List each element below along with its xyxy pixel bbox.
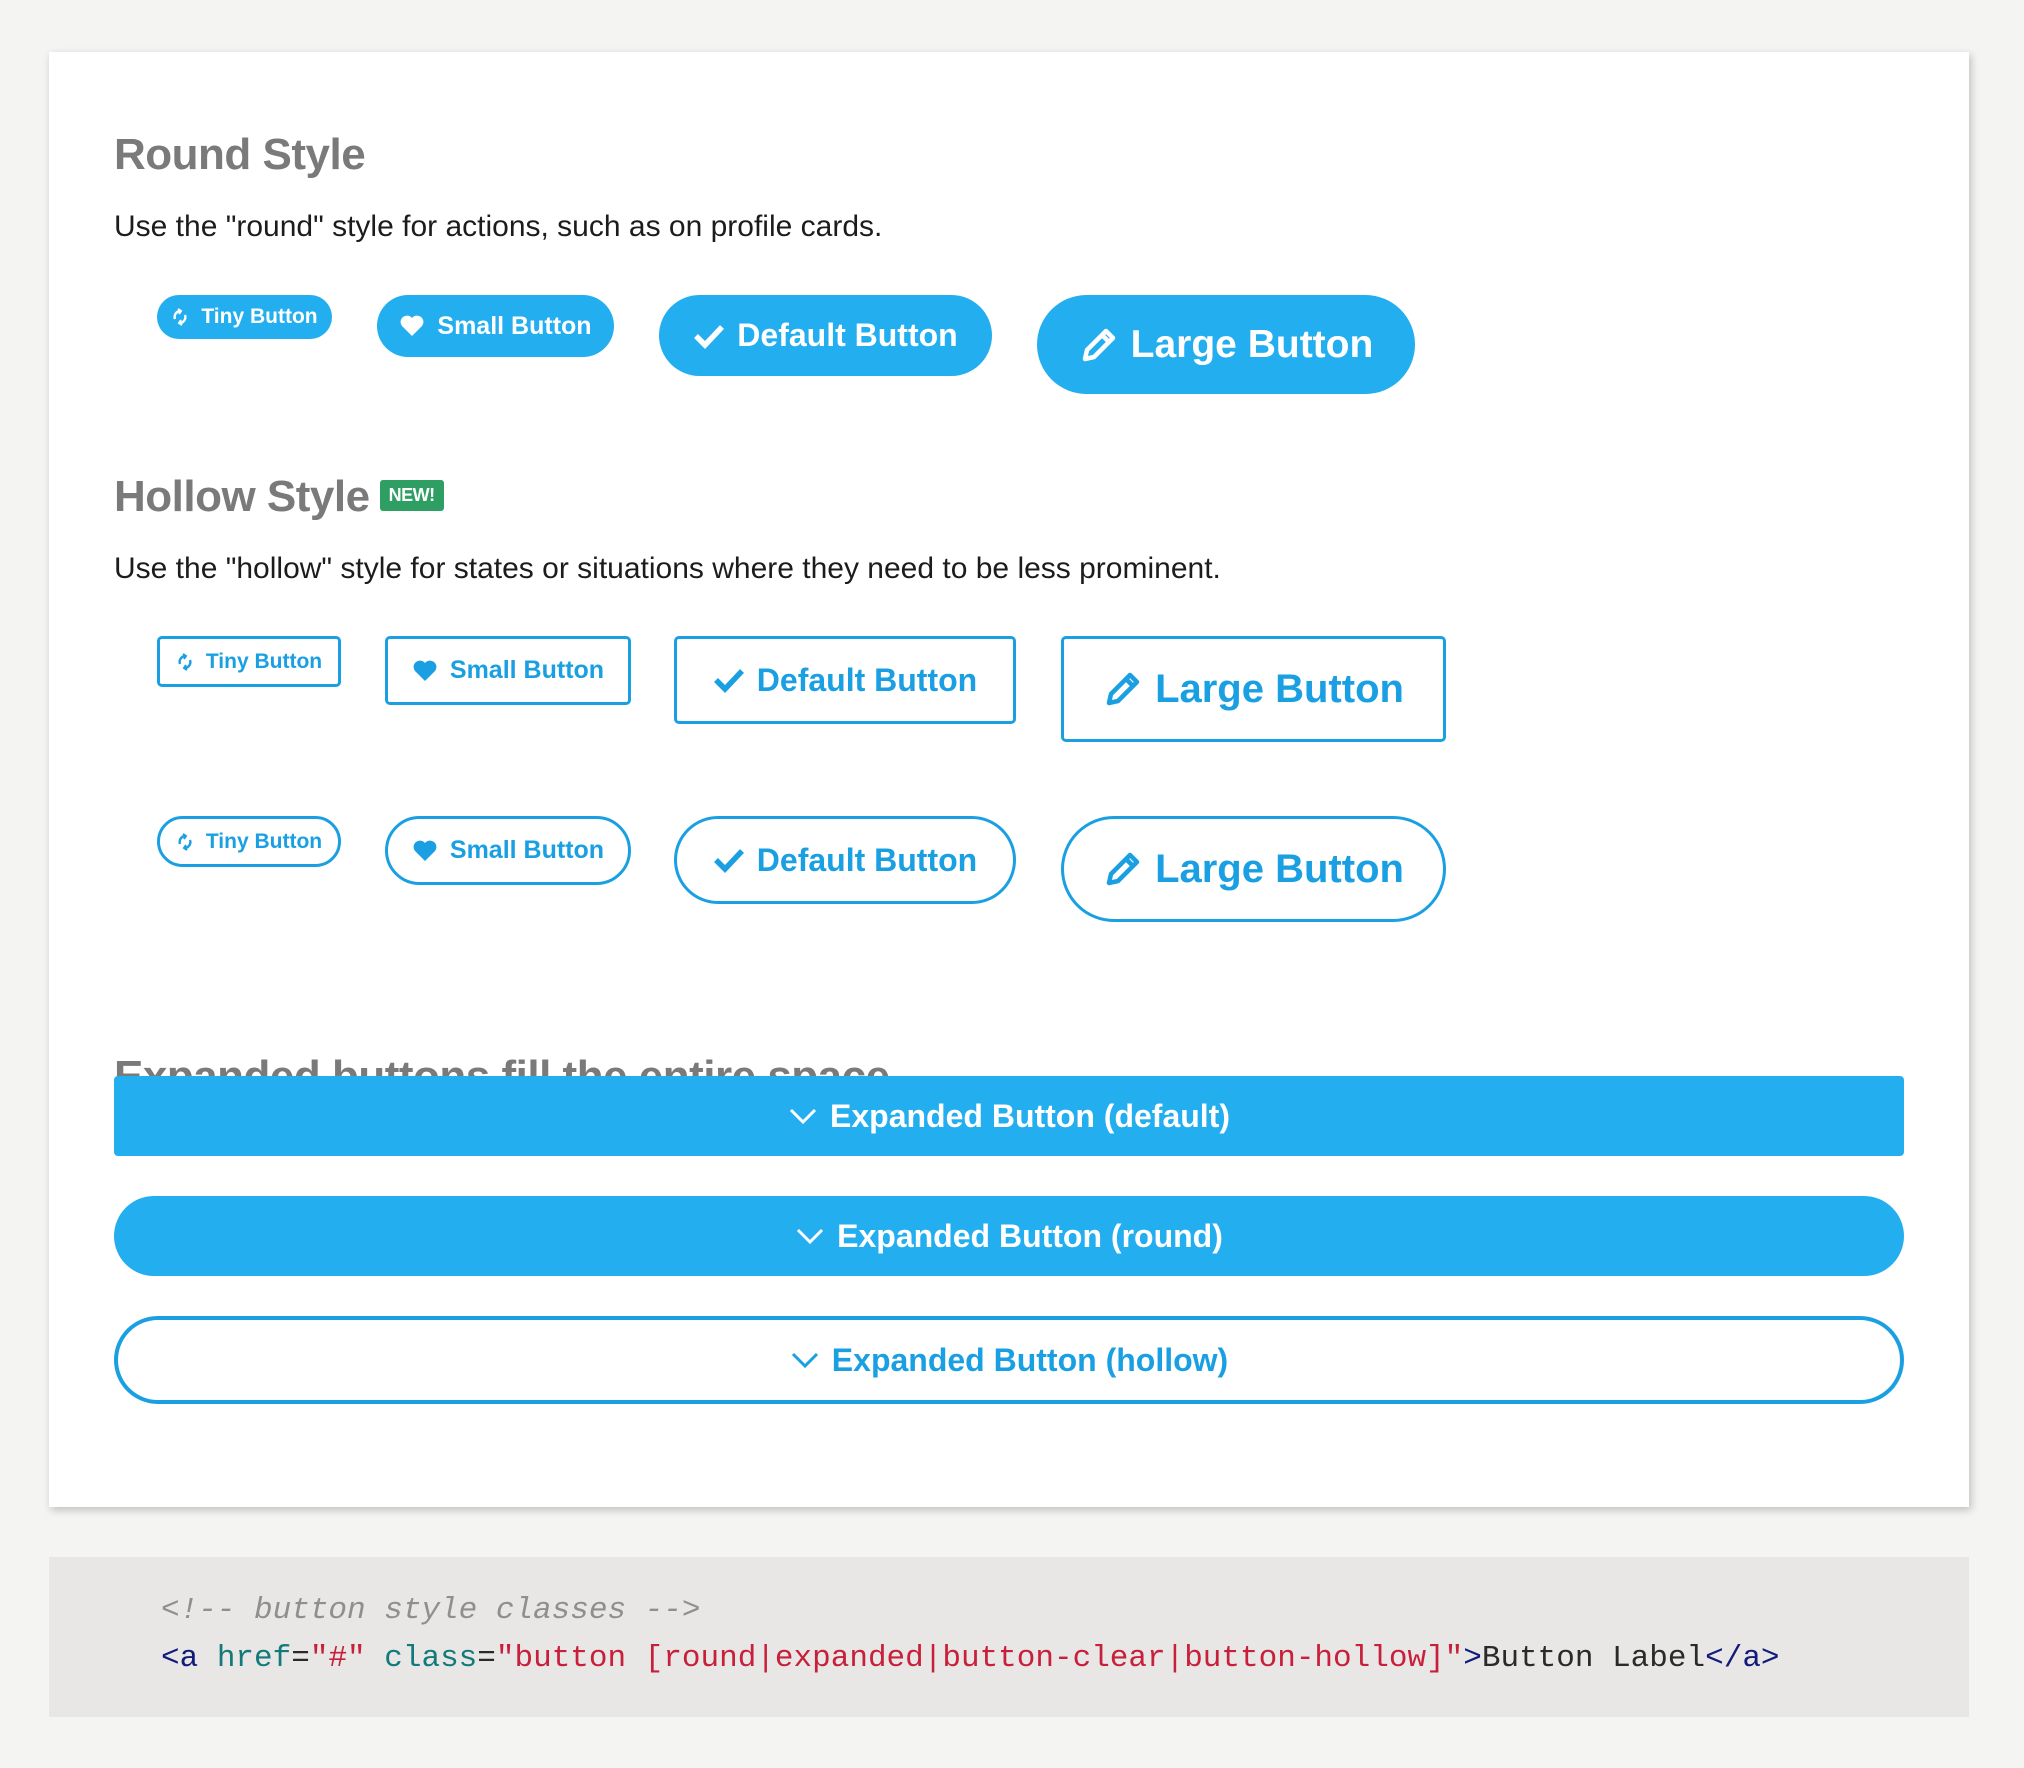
code-open-tag: <a [161, 1641, 199, 1676]
code-line: <a href="#" class="button [round|expande… [161, 1641, 1780, 1676]
expanded-default-button[interactable]: Expanded Button (default) [114, 1076, 1904, 1156]
chevron-down-icon [790, 1351, 820, 1369]
hollow-tiny-button[interactable]: Tiny Button [157, 636, 341, 687]
code-inner-text: Button Label [1481, 1641, 1706, 1676]
hollow-round-large-button[interactable]: Large Button [1061, 816, 1446, 922]
code-href-attr: href [198, 1641, 292, 1676]
code-gt: > [1463, 1641, 1482, 1676]
code-class-value: "button [round|expanded|button-clear|but… [495, 1641, 1464, 1676]
code-class-attr: class [365, 1641, 478, 1676]
round-large-button-label: Large Button [1130, 322, 1374, 366]
hollow-round-small-button[interactable]: Small Button [385, 816, 631, 885]
refresh-icon [171, 308, 189, 326]
hollow-small-button-label: Small Button [449, 656, 605, 684]
hollow-large-button-label: Large Button [1155, 666, 1404, 711]
code-eq2: = [477, 1641, 496, 1676]
check-icon [713, 667, 745, 693]
hollow-round-tiny-button-label: Tiny Button [205, 829, 323, 853]
hollow-style-description: Use the "hollow" style for states or sit… [114, 552, 1221, 585]
check-icon [693, 323, 725, 349]
code-comment: <!-- button style classes --> [161, 1593, 701, 1628]
expanded-hollow-button[interactable]: Expanded Button (hollow) [114, 1316, 1904, 1404]
heart-icon [412, 659, 438, 683]
pencil-icon [1079, 325, 1119, 365]
code-eq1: = [291, 1641, 310, 1676]
refresh-icon [176, 652, 194, 671]
heart-icon [412, 839, 438, 863]
hollow-round-large-button-label: Large Button [1155, 846, 1404, 891]
expanded-round-button[interactable]: Expanded Button (round) [114, 1196, 1904, 1276]
hollow-default-button-label: Default Button [756, 661, 978, 698]
refresh-icon [176, 832, 194, 851]
demo-card: Round Style Use the "round" style for ac… [49, 52, 1969, 1507]
round-style-description: Use the "round" style for actions, such … [114, 210, 883, 243]
round-large-button[interactable]: Large Button [1037, 295, 1415, 394]
hollow-style-title: Hollow Style [114, 472, 370, 521]
pencil-icon [1103, 849, 1143, 889]
hollow-round-default-button-label: Default Button [756, 841, 978, 878]
code-close-tag: </a> [1705, 1641, 1780, 1676]
hollow-round-tiny-button[interactable]: Tiny Button [157, 816, 341, 867]
hollow-large-button[interactable]: Large Button [1061, 636, 1446, 742]
round-default-button-label: Default Button [737, 317, 958, 353]
check-icon [713, 847, 745, 873]
expanded-round-button-label: Expanded Button (round) [837, 1217, 1223, 1254]
round-default-button[interactable]: Default Button [659, 295, 992, 376]
code-snippet: <!-- button style classes --> <a href="#… [49, 1557, 1969, 1717]
hollow-tiny-button-label: Tiny Button [205, 649, 323, 673]
hollow-style-heading: Hollow Style NEW! [114, 472, 444, 522]
code-href-value: "#" [309, 1641, 366, 1676]
heart-icon [399, 314, 425, 338]
new-badge: NEW! [379, 479, 444, 511]
round-small-button[interactable]: Small Button [377, 295, 614, 357]
round-style-heading: Round Style [114, 130, 366, 179]
round-small-button-label: Small Button [437, 311, 592, 340]
hollow-default-button[interactable]: Default Button [674, 636, 1016, 724]
round-tiny-button-label: Tiny Button [201, 305, 318, 328]
expanded-default-button-label: Expanded Button (default) [830, 1097, 1230, 1134]
expanded-hollow-button-label: Expanded Button (hollow) [831, 1341, 1229, 1378]
hollow-round-default-button[interactable]: Default Button [674, 816, 1016, 904]
hollow-small-button[interactable]: Small Button [385, 636, 631, 705]
round-tiny-button[interactable]: Tiny Button [157, 295, 332, 339]
chevron-down-icon [795, 1227, 825, 1245]
chevron-down-icon [788, 1107, 818, 1125]
pencil-icon [1103, 669, 1143, 709]
hollow-round-small-button-label: Small Button [449, 836, 605, 864]
